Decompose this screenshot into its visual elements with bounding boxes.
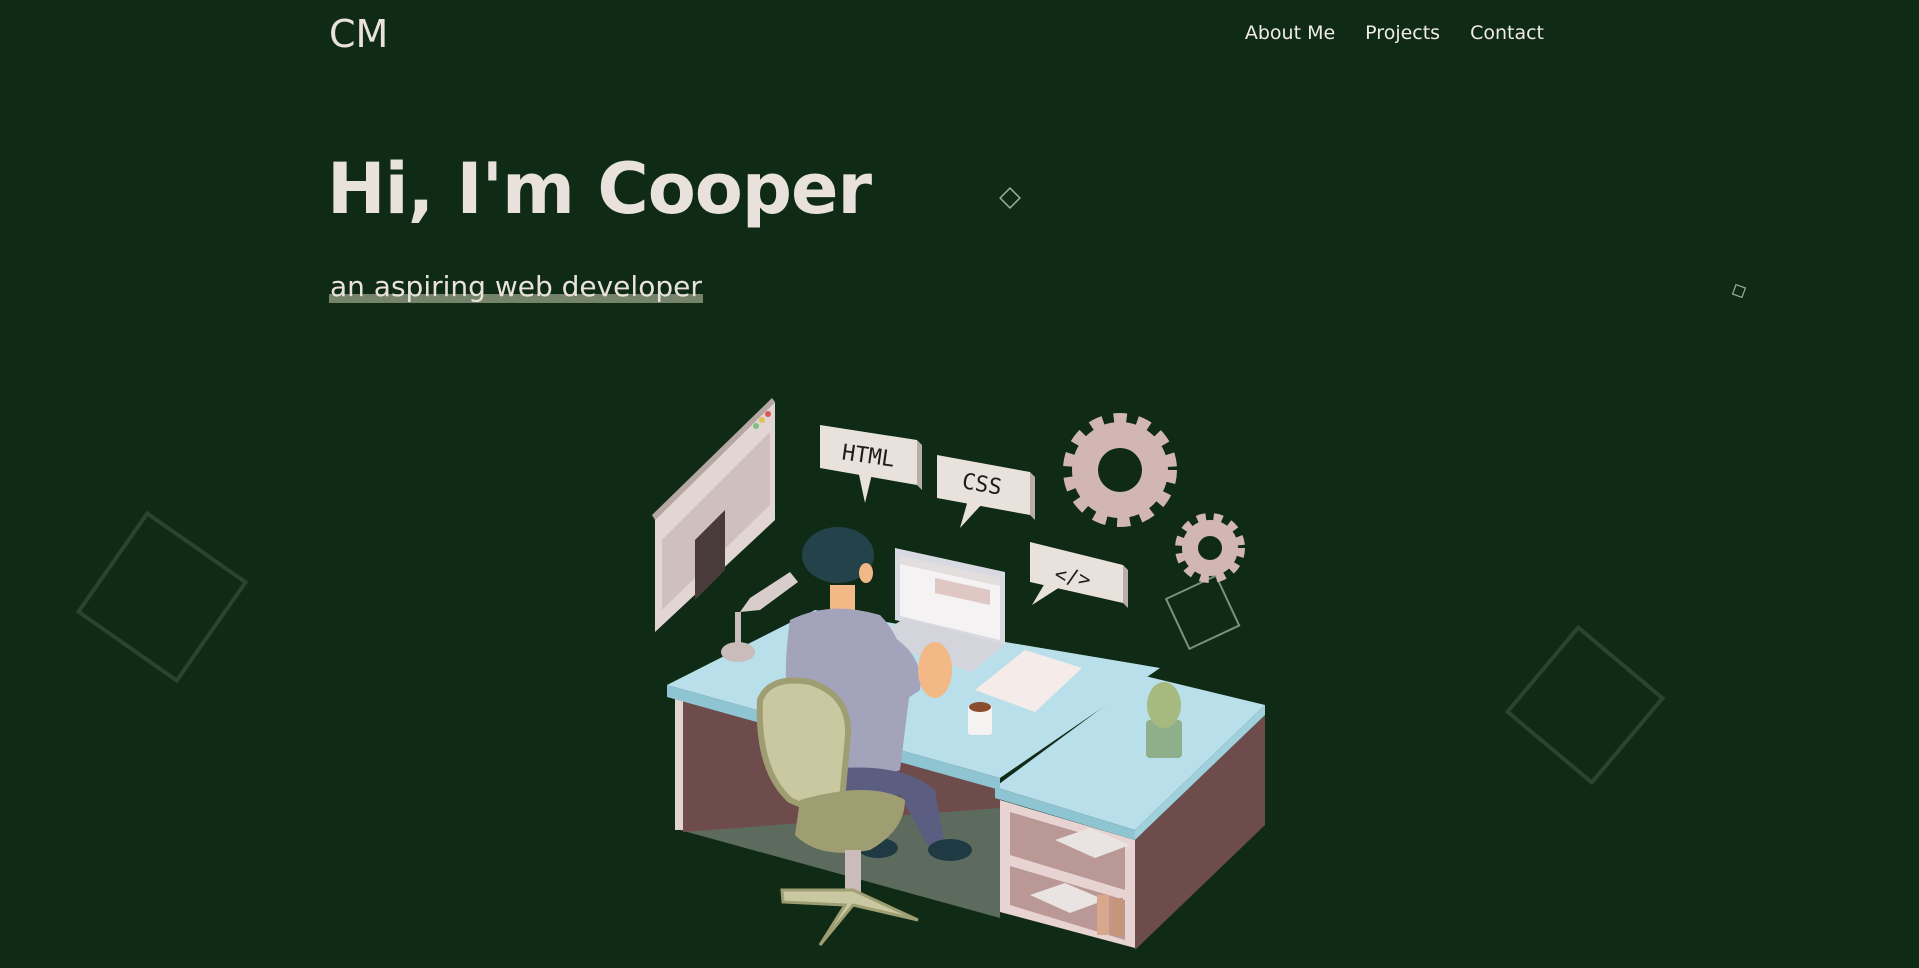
hero-title: Hi, I'm Cooper: [327, 148, 872, 230]
window-dot-green: [753, 423, 759, 429]
desk-left-side: [675, 693, 683, 830]
site-logo[interactable]: CM: [329, 12, 388, 56]
person-neck: [830, 585, 855, 610]
person-shoe: [928, 839, 972, 861]
gear-small-icon: [1175, 513, 1245, 583]
developer-illustration: HTML CSS </>: [652, 398, 1265, 950]
cabinet-box-2: [1111, 898, 1123, 936]
bubble-css: CSS: [937, 455, 1035, 528]
bubble-code: </>: [1030, 542, 1128, 608]
window-dot-yellow: [759, 417, 765, 423]
lamp-pole: [735, 612, 741, 652]
deco-square-left: [75, 510, 249, 684]
cabinet-box-1: [1097, 895, 1109, 935]
bubble-html: HTML: [820, 425, 922, 503]
hero-subtitle: an aspiring web developer: [329, 270, 703, 303]
person-ear: [859, 563, 873, 583]
lamp-arm: [740, 572, 798, 612]
chair-base: [780, 888, 919, 946]
window-dot-red: [765, 411, 771, 417]
person-hand: [918, 642, 952, 698]
landing-page: CM About Me Projects Contact Hi, I'm Coo…: [0, 0, 1919, 968]
nav-projects[interactable]: Projects: [1365, 22, 1440, 44]
nav-contact[interactable]: Contact: [1470, 22, 1544, 44]
coffee-liquid: [969, 702, 991, 712]
chair-pole: [845, 850, 861, 895]
deco-square-right: [1504, 624, 1666, 786]
deco-diamond-small: [999, 187, 1021, 209]
gear-large-icon: [1063, 413, 1177, 527]
deco-square-tiny: [1731, 283, 1747, 299]
cactus-icon: [1147, 682, 1181, 728]
main-nav: About Me Projects Contact: [1245, 22, 1544, 44]
nav-about-me[interactable]: About Me: [1245, 22, 1335, 44]
